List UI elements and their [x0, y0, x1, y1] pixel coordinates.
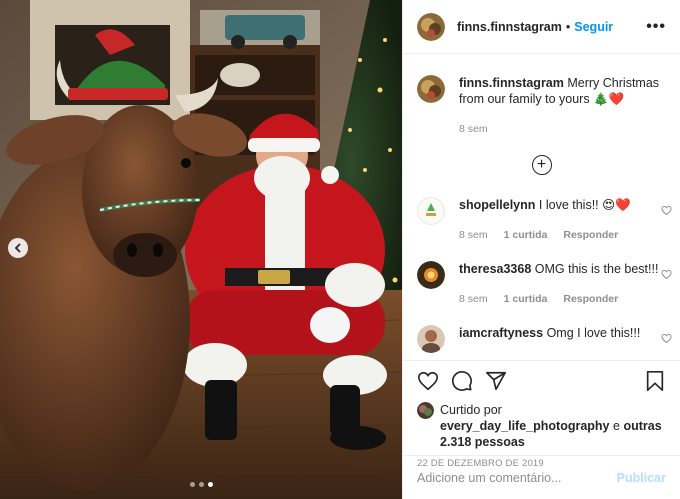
avatar[interactable] — [417, 402, 434, 419]
bookmark-icon[interactable] — [644, 370, 666, 392]
heart-icon[interactable] — [661, 269, 672, 280]
post-actions: Curtido por every_day_life_photography e… — [403, 360, 680, 499]
reply-button[interactable]: Responder — [563, 227, 618, 243]
liked-by-prefix: Curtido por — [440, 403, 502, 417]
share-icon[interactable] — [485, 370, 507, 392]
post-side-panel: finns.finnstagram • Seguir ••• finns.fin… — [402, 0, 680, 499]
avatar[interactable] — [417, 197, 445, 225]
comment-like-count[interactable]: 1 curtida — [504, 291, 548, 307]
heart-icon[interactable] — [661, 333, 672, 344]
post-author-username[interactable]: finns.finnstagram — [457, 20, 562, 34]
comment-timestamp[interactable]: 8 sem — [459, 291, 488, 307]
caption-timestamp[interactable]: 8 sem — [459, 121, 488, 137]
load-more-comments[interactable]: + — [403, 155, 680, 175]
comment-item: theresa3368 OMG this is the best!!! 8 se… — [403, 261, 680, 307]
avatar[interactable] — [417, 12, 445, 41]
carousel-dot — [199, 482, 204, 487]
separator-dot: • — [565, 19, 571, 34]
comment-like-count[interactable]: 1 curtida — [504, 227, 548, 243]
follow-button[interactable]: Seguir — [574, 20, 613, 34]
post-header: finns.finnstagram • Seguir ••• — [403, 0, 680, 54]
likes-summary: Curtido por every_day_life_photography e… — [403, 392, 680, 450]
more-options-icon[interactable]: ••• — [646, 18, 666, 34]
reply-button[interactable]: Responder — [563, 291, 618, 307]
liked-by-conj: e — [613, 419, 620, 433]
comments-section: finns.finnstagram Merry Christmas from o… — [403, 55, 680, 360]
carousel-prev-button[interactable] — [8, 238, 28, 258]
christmas-photo-image — [0, 0, 402, 499]
comment-text: Omg I love this!!! — [546, 326, 641, 340]
publish-button[interactable]: Publicar — [617, 471, 666, 485]
post-photo[interactable] — [0, 0, 402, 499]
action-bar — [403, 361, 680, 392]
comment-input[interactable] — [417, 470, 617, 485]
comment-timestamp[interactable]: 8 sem — [459, 227, 488, 243]
comment-username[interactable]: theresa3368 — [459, 262, 531, 276]
comment-username[interactable]: shopellelynn — [459, 198, 535, 212]
comment-text: OMG this is the best!!! — [534, 262, 659, 276]
caption-username[interactable]: finns.finnstagram — [459, 76, 564, 90]
comment-item: iamcraftyness Omg I love this!!! — [403, 325, 680, 353]
chevron-left-icon — [14, 243, 21, 253]
liked-by-username[interactable]: every_day_life_photography — [440, 419, 610, 433]
comment-icon[interactable] — [451, 370, 473, 392]
heart-icon[interactable] — [661, 205, 672, 216]
avatar[interactable] — [417, 325, 445, 353]
comment-text: I love this!! 😍❤️ — [538, 198, 631, 212]
heart-icon[interactable] — [417, 370, 439, 392]
avatar[interactable] — [417, 75, 445, 103]
carousel-dot — [190, 482, 195, 487]
carousel-dot-active — [208, 482, 213, 487]
comment-username[interactable]: iamcraftyness — [459, 326, 543, 340]
avatar[interactable] — [417, 261, 445, 289]
comment-item: shopellelynn I love this!! 😍❤️ 8 sem 1 c… — [403, 197, 680, 243]
plus-circle-icon[interactable]: + — [531, 155, 552, 175]
post-caption: finns.finnstagram Merry Christmas from o… — [403, 55, 680, 137]
add-comment-bar: Publicar — [403, 455, 680, 499]
carousel-indicator — [190, 482, 213, 487]
